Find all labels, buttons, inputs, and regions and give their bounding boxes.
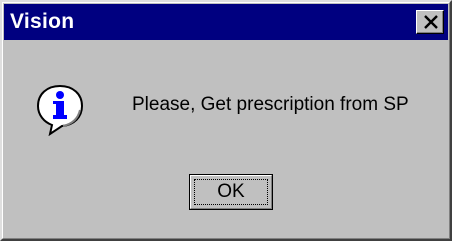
ok-button-label: OK bbox=[217, 181, 245, 202]
close-button[interactable] bbox=[416, 10, 444, 34]
ok-button[interactable]: OK bbox=[189, 174, 273, 210]
message-dialog: Vision Please, Get prescription from SP … bbox=[0, 0, 452, 241]
window-title: Vision bbox=[10, 10, 75, 33]
close-icon bbox=[424, 15, 438, 29]
title-bar[interactable]: Vision bbox=[4, 4, 448, 40]
dialog-message: Please, Get prescription from SP bbox=[132, 94, 409, 115]
information-icon bbox=[36, 84, 84, 136]
